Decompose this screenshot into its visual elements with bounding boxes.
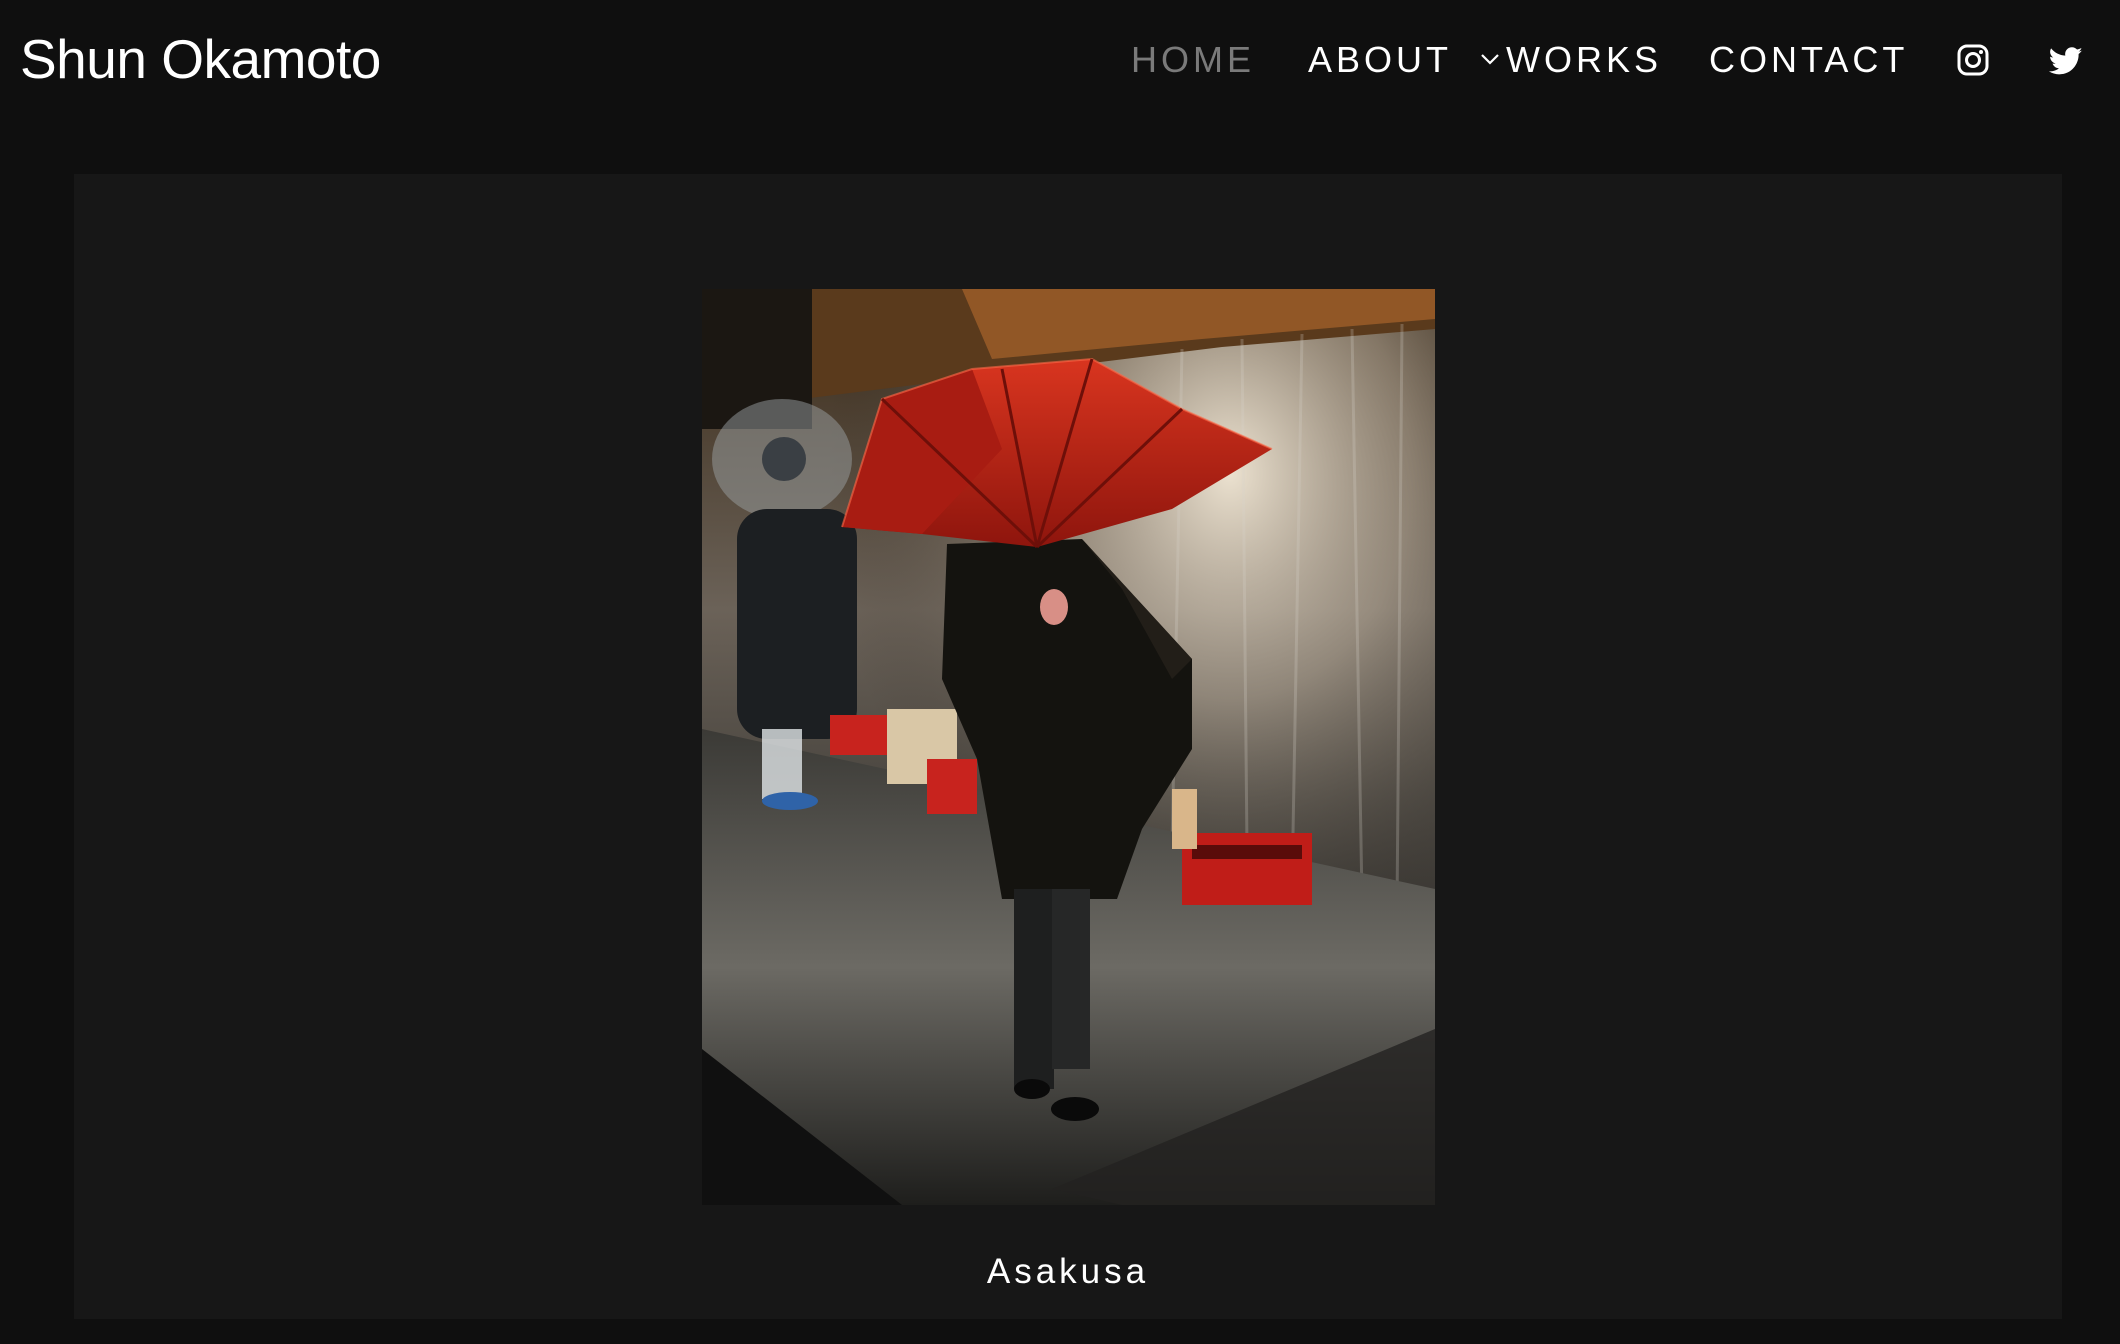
nav-home-link[interactable]: HOME	[1131, 38, 1255, 82]
nav-about-link[interactable]: ABOUT	[1308, 38, 1452, 82]
nav-works-link[interactable]: WORKS	[1506, 38, 1662, 82]
gallery-photo[interactable]	[702, 289, 1435, 1205]
gallery-panel: Asakusa	[74, 174, 2062, 1319]
instagram-icon[interactable]	[1956, 43, 1990, 77]
site-header: Shun Okamoto HOME ABOUT WORKS CONTACT	[0, 0, 2120, 120]
twitter-icon[interactable]	[2049, 44, 2083, 78]
photo-umbrella-walker	[702, 289, 1435, 1205]
site-title[interactable]: Shun Okamoto	[20, 28, 381, 90]
nav-contact-link[interactable]: CONTACT	[1709, 38, 1908, 82]
chevron-down-icon[interactable]	[1479, 48, 1501, 70]
photo-caption: Asakusa	[986, 1252, 1150, 1291]
